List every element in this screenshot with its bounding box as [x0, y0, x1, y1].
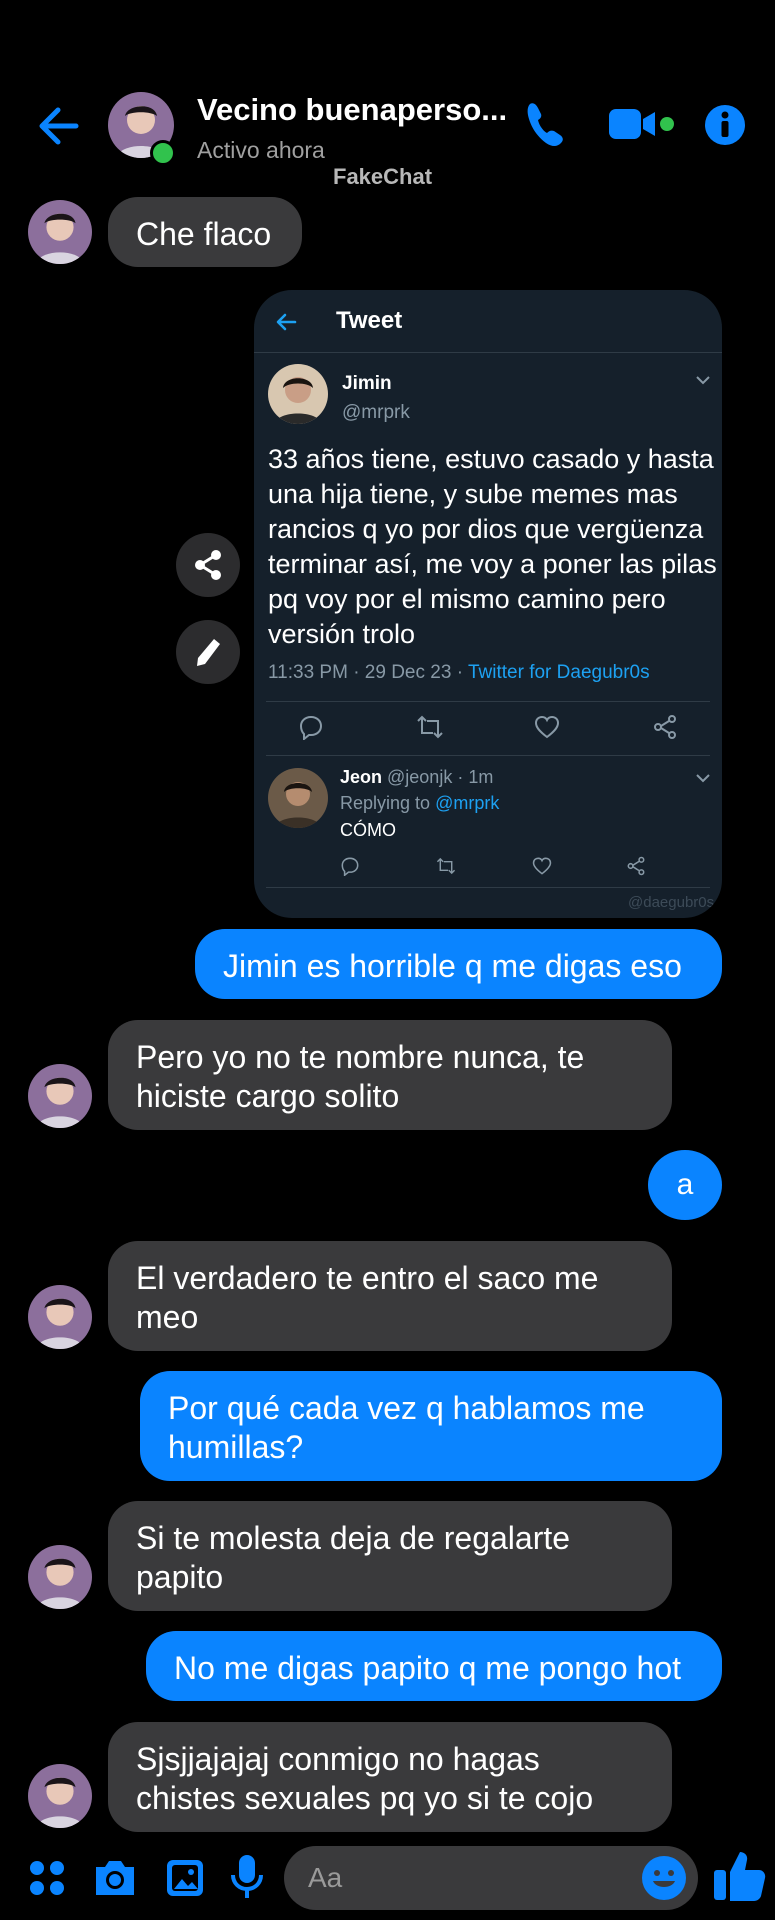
- chevron-down-icon: [695, 772, 711, 784]
- share-tweet-icon: [626, 856, 646, 876]
- sent-message[interactable]: Jimin es horrible q me digas eso: [195, 929, 722, 999]
- reply-header: Jeon @jeonjk · 1m: [340, 767, 493, 788]
- divider: [266, 755, 710, 756]
- tweet-text: 33 años tiene, estuvo casado y hasta una…: [268, 444, 717, 649]
- camera-icon[interactable]: [92, 1857, 138, 1899]
- contact-avatar-small: [28, 1064, 92, 1128]
- tweet-author-avatar: [268, 364, 328, 424]
- tweet-back-icon: [274, 310, 298, 334]
- reply-author-name: Jeon: [340, 767, 383, 787]
- reply-author-avatar: [268, 768, 328, 828]
- menu-dots-icon[interactable]: [28, 1859, 66, 1897]
- received-message[interactable]: Si te molesta deja de regalarte papito: [108, 1501, 672, 1611]
- contact-name[interactable]: Vecino buenaperso...: [197, 92, 507, 128]
- gallery-icon[interactable]: [164, 1857, 206, 1899]
- contact-status: Activo ahora: [197, 137, 325, 163]
- pencil-icon: [194, 636, 224, 668]
- thumbs-up-icon[interactable]: [712, 1846, 768, 1904]
- sent-message[interactable]: No me digas papito q me pongo hot: [146, 1631, 722, 1701]
- received-message[interactable]: Pero yo no te nombre nunca, te hiciste c…: [108, 1020, 672, 1130]
- info-icon[interactable]: [704, 104, 746, 146]
- sent-message[interactable]: Por qué cada vez q hablamos me humillas?: [140, 1371, 722, 1481]
- tweet-timestamp: 11:33 PM · 29 Dec 23 ·: [268, 662, 468, 683]
- reply-handle-time: @jeonjk · 1m: [382, 767, 494, 787]
- tweet-source: Twitter for Daegubr0s: [467, 662, 650, 683]
- divider: [266, 887, 710, 888]
- message-input[interactable]: Aa: [284, 1846, 698, 1910]
- contact-avatar-small: [28, 1285, 92, 1349]
- retweet-icon: [416, 714, 444, 740]
- reply-icon: [298, 714, 324, 740]
- phone-icon[interactable]: [522, 100, 566, 148]
- back-arrow-icon[interactable]: [36, 104, 80, 148]
- contact-avatar-small: [28, 1545, 92, 1609]
- received-message[interactable]: El verdadero te entro el saco me meo: [108, 1241, 672, 1351]
- video-camera-icon[interactable]: [607, 106, 677, 142]
- contact-avatar-small: [28, 200, 92, 264]
- sent-message[interactable]: a: [648, 1150, 722, 1220]
- replying-handle: @mrprk: [435, 793, 500, 813]
- share-icon: [192, 549, 224, 581]
- reply-icon: [340, 856, 360, 876]
- online-indicator: [150, 140, 176, 166]
- replying-prefix: Replying to: [340, 793, 436, 813]
- heart-icon: [534, 714, 560, 740]
- share-button[interactable]: [176, 533, 240, 597]
- shared-tweet-image[interactable]: Tweet Jimin @mrprk 33 años tiene, estuvo…: [254, 290, 722, 918]
- tweet-header-title: Tweet: [336, 307, 403, 334]
- tweet-author-name: Jimin: [342, 373, 392, 394]
- contact-avatar-small: [28, 1764, 92, 1828]
- reply-text: CÓMO: [340, 820, 396, 840]
- microphone-icon[interactable]: [230, 1853, 264, 1901]
- tweet-watermark: @daegubr0s: [628, 894, 715, 911]
- retweet-icon: [436, 856, 456, 876]
- divider: [266, 701, 710, 702]
- chevron-down-icon: [695, 374, 711, 386]
- received-message[interactable]: Che flaco: [108, 197, 302, 267]
- emoji-icon[interactable]: [640, 1854, 688, 1902]
- replying-to: Replying to @mrprk: [340, 793, 499, 814]
- received-message[interactable]: Sjsjjajajaj conmigo no hagas chistes sex…: [108, 1722, 672, 1832]
- heart-icon: [532, 856, 552, 876]
- tweet-author-handle: @mrprk: [342, 402, 410, 423]
- tweet-meta: 11:33 PM · 29 Dec 23 · Twitter for Daegu…: [268, 662, 650, 684]
- message-input-placeholder: Aa: [308, 1862, 343, 1893]
- divider: [254, 352, 722, 353]
- edit-button[interactable]: [176, 620, 240, 684]
- share-tweet-icon: [652, 714, 678, 740]
- fakechat-watermark: FakeChat: [333, 164, 433, 189]
